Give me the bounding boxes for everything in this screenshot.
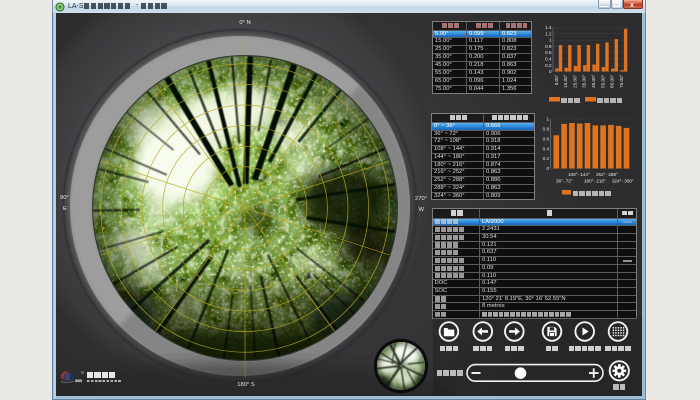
svg-text:0.4: 0.4 <box>543 146 550 151</box>
svg-text:108°- 144°: 108°- 144° <box>568 172 590 177</box>
svg-text:0.2: 0.2 <box>545 63 552 68</box>
svg-text:0.4: 0.4 <box>545 57 552 62</box>
svg-text:15.00°: 15.00° <box>563 74 568 87</box>
svg-text:324°- 360°: 324°- 360° <box>612 179 634 184</box>
svg-text:0.8: 0.8 <box>543 127 550 132</box>
svg-text:1.2: 1.2 <box>545 31 552 36</box>
svg-text:75.00°: 75.00° <box>619 74 624 87</box>
svg-text:55.00°: 55.00° <box>600 74 605 87</box>
svg-text:1.4: 1.4 <box>545 25 552 30</box>
svg-text:5.00°: 5.00° <box>554 74 559 85</box>
svg-text:0: 0 <box>546 166 549 171</box>
svg-text:35.00°: 35.00° <box>582 74 587 87</box>
svg-text:0.6: 0.6 <box>545 50 552 55</box>
svg-text:0.8: 0.8 <box>545 44 552 49</box>
svg-text:25.00°: 25.00° <box>572 74 577 87</box>
svg-text:36°- 72°: 36°- 72° <box>556 179 573 184</box>
svg-text:1: 1 <box>549 38 552 43</box>
svg-text:0: 0 <box>549 69 552 74</box>
svg-text:252°- 288°: 252°- 288° <box>596 172 618 177</box>
svg-text:180°- 216°: 180°- 216° <box>584 179 606 184</box>
svg-text:65.00°: 65.00° <box>610 74 615 87</box>
svg-text:0.6: 0.6 <box>543 136 550 141</box>
svg-text:45.00°: 45.00° <box>591 74 596 87</box>
svg-text:0.2: 0.2 <box>543 156 550 161</box>
svg-text:1: 1 <box>546 117 549 122</box>
